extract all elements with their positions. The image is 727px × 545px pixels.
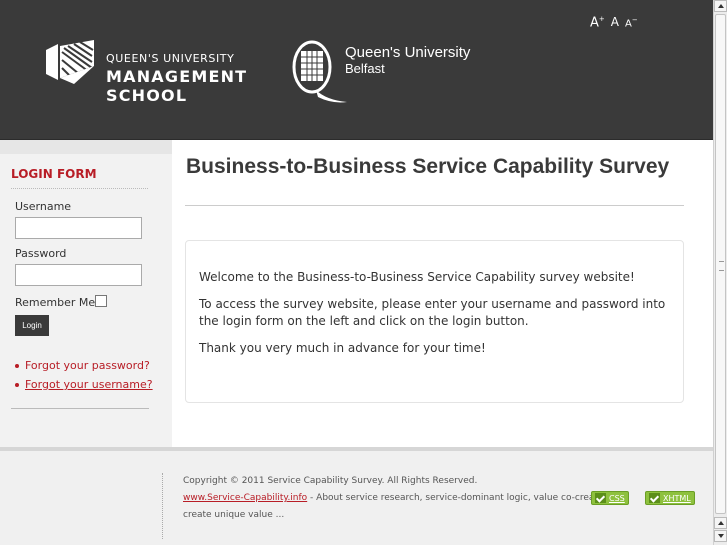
css-badge-label: CSS <box>609 493 625 503</box>
copyright-text: Copyright © 2011 Service Capability Surv… <box>183 476 478 486</box>
forgot-password-item: Forgot your password? <box>15 356 153 375</box>
username-input[interactable] <box>15 217 142 239</box>
scroll-up-button-lower[interactable] <box>714 517 727 529</box>
forgot-password-link[interactable]: Forgot your password? <box>25 359 150 372</box>
qub-logo-text: Queen's University Belfast <box>345 44 470 76</box>
username-label: Username <box>15 200 72 213</box>
font-reset-button[interactable]: A <box>611 16 619 28</box>
divider <box>11 188 148 189</box>
scrollbar-thumb[interactable] <box>715 14 726 514</box>
forgot-username-item: Forgot your username? <box>15 375 153 394</box>
title-divider <box>185 205 684 206</box>
scroll-up-arrow-icon <box>718 4 724 8</box>
sidebar-top-bar <box>0 140 172 154</box>
checkmark-icon <box>595 493 606 503</box>
thanks-text: Thank you very much in advance for your … <box>199 341 486 355</box>
divider <box>11 408 149 409</box>
page-title: Business-to-Business Service Capability … <box>186 155 670 178</box>
account-links: Forgot your password? Forgot your userna… <box>15 356 153 394</box>
font-increase-button[interactable]: A+ <box>590 16 605 30</box>
checkmark-icon <box>649 493 660 503</box>
site-header: A+ A A− QUEEN'S UNIVERSITY MANAGEMENT SC… <box>0 0 713 140</box>
forgot-username-link[interactable]: Forgot your username? <box>25 378 153 391</box>
scroll-down-arrow-icon <box>718 534 724 538</box>
site-footer: Copyright © 2011 Service Capability Surv… <box>0 447 713 545</box>
qums-logo-line3: SCHOOL <box>106 86 188 105</box>
font-decrease-button[interactable]: A− <box>625 17 638 29</box>
qums-crest-icon <box>46 40 94 84</box>
qub-logo-line1: Queen's University <box>345 44 471 61</box>
remember-me-checkbox[interactable] <box>95 295 107 307</box>
welcome-box: Welcome to the Business-to-Business Serv… <box>185 240 684 403</box>
qums-logo-text: QUEEN'S UNIVERSITY MANAGEMENT SCHOOL <box>106 52 247 105</box>
welcome-text: Welcome to the Business-to-Business Serv… <box>199 270 635 284</box>
login-sidebar: LOGIN FORM Username Password Remember Me… <box>0 140 172 447</box>
remember-me-label: Remember Me <box>15 296 96 309</box>
footer-divider <box>162 473 163 539</box>
login-button[interactable]: Login <box>15 315 49 336</box>
site-link[interactable]: www.Service-Capability.info <box>183 493 307 503</box>
footer-description-text: - About service research, service-domina… <box>307 493 593 503</box>
scroll-up-button[interactable] <box>714 0 727 12</box>
qub-logo-line2: Belfast <box>345 61 385 76</box>
footer-description: www.Service-Capability.info - About serv… <box>183 493 593 503</box>
scroll-up-arrow-icon <box>718 521 724 525</box>
qub-crest-icon <box>292 40 347 103</box>
qums-logo-line1: QUEEN'S UNIVERSITY <box>106 52 235 65</box>
password-label: Password <box>15 247 67 260</box>
footer-description-cont: create unique value ... <box>183 510 285 520</box>
password-input[interactable] <box>15 264 142 286</box>
xhtml-valid-badge[interactable]: XHTML <box>645 491 695 505</box>
font-size-controls: A+ A A− <box>590 16 638 30</box>
grip-icon <box>719 261 724 271</box>
css-valid-badge[interactable]: CSS <box>591 491 629 505</box>
scroll-down-button[interactable] <box>714 530 727 542</box>
xhtml-badge-label: XHTML <box>663 493 691 503</box>
bullet-icon <box>15 363 19 368</box>
vertical-scrollbar[interactable] <box>713 0 727 545</box>
bullet-icon <box>15 382 19 387</box>
login-form-title: LOGIN FORM <box>11 167 97 181</box>
qums-logo-line2: MANAGEMENT <box>106 67 248 86</box>
instructions-text: To access the survey website, please ent… <box>199 297 666 328</box>
